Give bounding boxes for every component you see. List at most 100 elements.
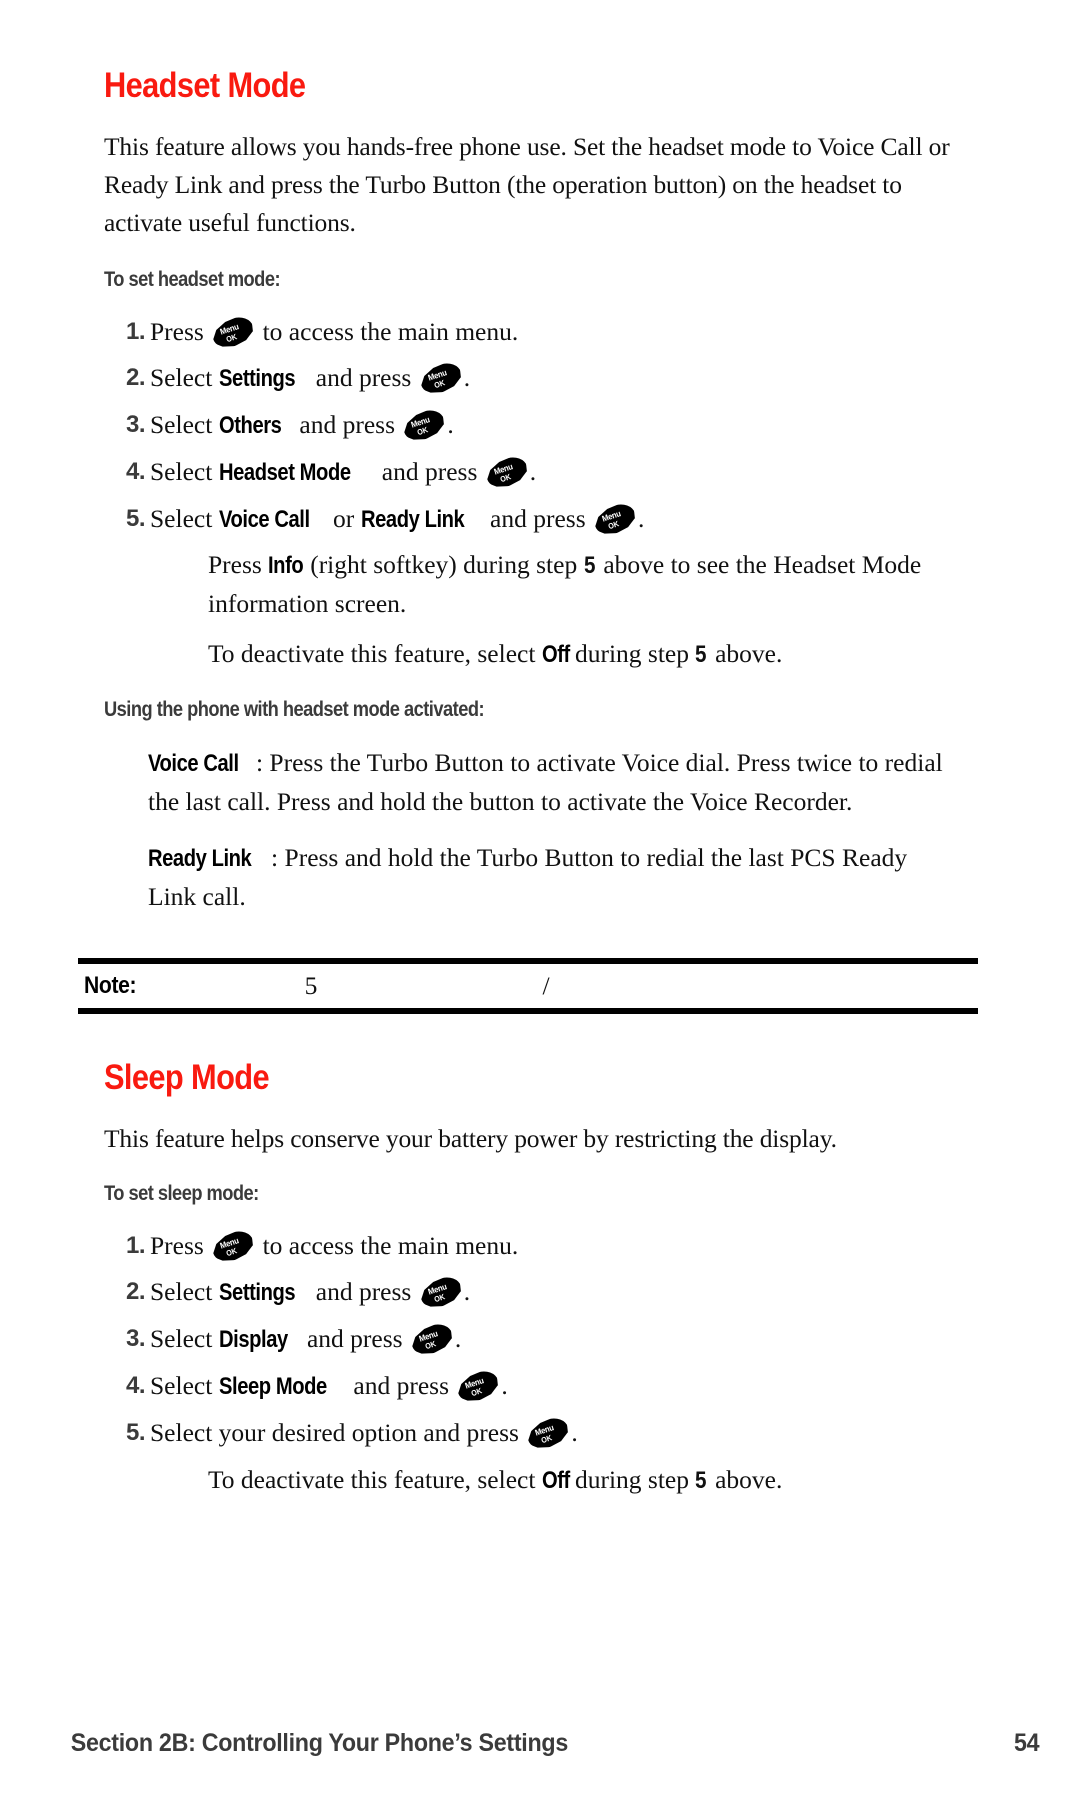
step-text: Select Display and press Menu OK . [150,1319,976,1360]
step-number: 3. [126,411,146,438]
step-text-post: . [501,1371,508,1400]
definition-voice-call: Voice Call: Press the Turbo Button to ac… [148,744,948,821]
menu-ok-key-icon[interactable]: Menu OK [420,365,462,392]
step-number: 1. [126,318,146,345]
menu-path-label: Voice Call [218,506,310,533]
step-text-mid: and press [490,504,586,533]
step-text-pre: Select [150,504,213,533]
step-text: Select Settings and press Menu OK . [150,1272,976,1313]
page-footer: Section 2B: Controlling Your Phone’s Set… [52,1729,1040,1758]
definition-text: Press the Turbo Button to activate Voice… [148,748,943,816]
menu-ok-key-icon[interactable]: Menu OK [594,506,636,533]
step-text-pre: Select [150,410,213,439]
step-number: 2. [126,1278,146,1305]
step-text-mid: and press [315,363,412,392]
page-title-headset-mode: Headset Mode [104,66,306,105]
step-text-mid: and press [381,457,478,486]
menu-path-label: Others [218,412,282,439]
section-sleep-mode: Sleep Mode This feature helps conserve y… [104,1058,976,1500]
note-post: above. [715,639,783,668]
sleep-intro-paragraph: This feature helps conserve your battery… [104,1124,837,1153]
note-band: Note: 5 / [78,958,978,1014]
step-text-pre: Select your desired option and press [150,1418,519,1447]
headset-steps-list: 1. Press Menu OK to access the main menu… [104,312,976,540]
definition-term-ready-link: Ready Link [148,845,252,872]
sleep-note-deactivate: To deactivate this feature, select Off du… [208,1461,968,1500]
step-text-mid: and press [353,1371,450,1400]
menu-ok-key-icon[interactable]: Menu OK [486,459,528,486]
menu-path-label: Settings [218,1279,296,1306]
menu-ok-key-icon[interactable]: Menu OK [411,1326,453,1353]
menu-ok-key-shape [483,453,531,492]
list-item: 5. Select Voice Call or Ready Link and p… [104,499,976,540]
list-item: 4. Select Sleep Mode and press Menu OK . [104,1366,976,1407]
menu-ok-key-icon[interactable]: Menu OK [403,412,445,439]
note-mid: (right softkey) during step [310,550,578,579]
step-text-post: . [463,363,471,392]
step-text-pre: Press [150,317,204,346]
note-rule-bottom [78,1008,978,1014]
menu-ok-key-icon[interactable]: Menu OK [420,1279,462,1306]
menu-ok-key-icon[interactable]: Menu OK [527,1420,569,1447]
note-cell-a: 5 [304,971,318,1000]
menu-ok-key-icon[interactable]: Menu OK [457,1373,499,1400]
definition-text: Press and hold the Turbo Button to redia… [148,843,908,911]
step-number: 5. [126,505,146,532]
definition-separator: : [271,843,279,872]
step-text-pre: Select [150,363,213,392]
menu-ok-key-icon[interactable]: Menu OK [212,319,254,346]
headset-note-info: Press Info (right softkey) during step 5 … [208,546,948,623]
step-reference-number: 5 [695,641,707,668]
note-pre: Press [208,550,262,579]
menu-path-label: Settings [218,365,296,392]
subhead-to-set-sleep-mode: To set sleep mode: [104,1182,259,1205]
step-text-pre: Select [150,1277,213,1306]
step-reference-number: 5 [695,1467,707,1494]
section-headset-mode: Headset Mode This feature allows you han… [104,66,976,916]
step-text-post: . [571,1418,578,1447]
step-text-pre: Select [150,1371,213,1400]
softkey-label-info: Info [268,552,304,579]
step-number: 1. [126,1232,146,1259]
note-mid: during step [574,1465,689,1494]
step-text: Select Sleep Mode and press Menu OK . [150,1366,976,1407]
definition-ready-link: Ready Link: Press and hold the Turbo But… [148,839,948,916]
step-text-post: . [463,1277,471,1306]
list-item: 4. Select Headset Mode and press Menu OK… [104,452,976,493]
menu-ok-key-shape [209,1227,257,1266]
step-text-pre: Select [150,1324,213,1353]
step-number: 3. [126,1325,146,1352]
menu-ok-key-shape [454,1367,502,1406]
menu-ok-key-shape [400,406,448,445]
list-item: 5. Select your desired option and press … [104,1413,976,1453]
menu-path-label-alt: Ready Link [360,506,465,533]
document-page: Headset Mode This feature allows you han… [0,0,1080,1800]
footer-section-label: Section 2B: Controlling Your Phone’s Set… [70,1729,569,1757]
page-title-sleep-mode: Sleep Mode [104,1058,270,1097]
note-label: Note: [84,972,137,999]
menu-ok-key-shape [408,1320,456,1359]
step-text-pre: Press [150,1231,204,1260]
step-text-post: . [454,1324,462,1353]
step-text: Press Menu OK to access the main menu. [150,312,976,352]
menu-ok-key-icon[interactable]: Menu OK [212,1233,254,1260]
menu-ok-key-shape [209,313,257,352]
step-text-mid: and press [306,1324,403,1353]
menu-ok-key-shape [524,1414,572,1453]
step-text-post: . [447,410,454,439]
step-text: Select Settings and press Menu OK . [150,358,976,399]
list-item: 2. Select Settings and press Menu OK . [104,1272,976,1313]
step-text-conjunction: or [333,504,355,533]
step-text: Select your desired option and press Men… [150,1413,976,1453]
step-text-post: . [529,457,537,486]
note-mid: during step [574,639,689,668]
step-number: 4. [126,1372,146,1399]
step-text-post: to access the main menu. [262,317,519,346]
definition-term-voice-call: Voice Call [148,750,239,777]
menu-ok-key-shape [417,359,465,398]
menu-path-label: Sleep Mode [218,1373,327,1400]
step-text-mid: and press [315,1277,412,1306]
step-text-pre: Select [150,457,213,486]
definition-separator: : [255,748,264,777]
menu-path-label: Headset Mode [218,459,351,486]
